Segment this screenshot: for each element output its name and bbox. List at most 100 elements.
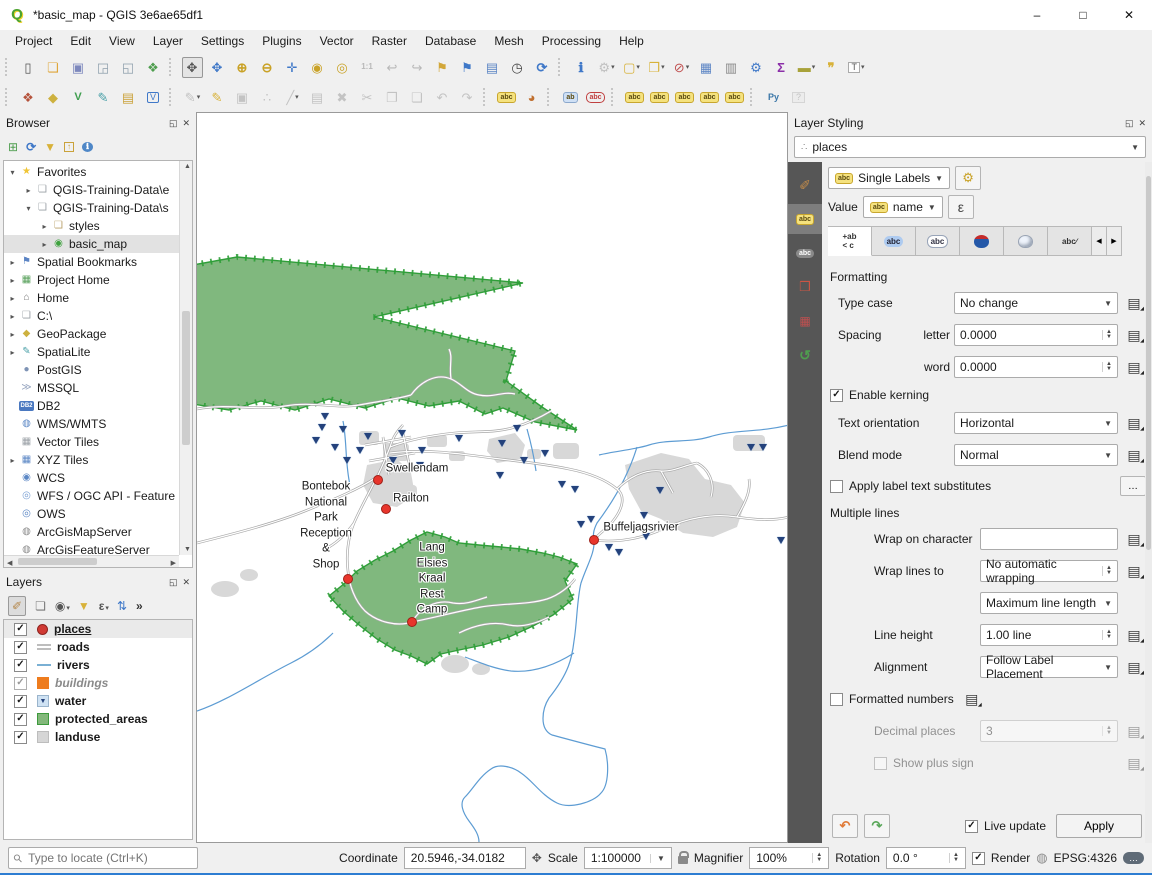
- datasource-manager-button[interactable]: ❖: [16, 85, 41, 109]
- substitutes-more-button[interactable]: …: [1120, 476, 1146, 496]
- auto-placement-settings-button[interactable]: ⚙: [955, 166, 981, 190]
- tab-callouts[interactable]: abc∕: [1048, 226, 1092, 256]
- tabs-scroll-left-button[interactable]: ◀: [1092, 226, 1107, 256]
- collapse-all-button[interactable]: ↑: [64, 142, 74, 152]
- map-canvas[interactable]: SwellendamBontebok National Park Recepti…: [196, 112, 788, 843]
- vertex-tool-button[interactable]: ╱▾: [280, 85, 305, 109]
- tab-labels[interactable]: abc: [788, 204, 822, 234]
- browser-item-training-data-e[interactable]: ▸❏QGIS-Training-Data\e: [4, 181, 192, 199]
- extents-icon[interactable]: ✥: [532, 851, 542, 865]
- line-height-input[interactable]: 1.00 line▲▼: [980, 624, 1118, 646]
- float-panel-icon[interactable]: ◱: [169, 577, 178, 588]
- new-bookmark-button[interactable]: ⚑: [430, 55, 455, 79]
- filter-browser-button[interactable]: ▼: [44, 141, 56, 153]
- new-virtual-layer-button[interactable]: V: [141, 85, 166, 109]
- minimize-button[interactable]: –: [1014, 0, 1060, 30]
- open-project-button[interactable]: ❏: [41, 55, 66, 79]
- measure-button[interactable]: ▬▾: [794, 55, 819, 79]
- browser-item-xyz-tiles[interactable]: ▸▦XYZ Tiles: [4, 451, 192, 469]
- menu-raster[interactable]: Raster: [363, 32, 416, 50]
- deselect-all-button[interactable]: ⊘▾: [669, 55, 694, 79]
- menu-vector[interactable]: Vector: [311, 32, 363, 50]
- close-panel-icon[interactable]: ✕: [1138, 118, 1146, 129]
- expression-builder-button[interactable]: ε: [948, 195, 974, 219]
- pan-to-selection-button[interactable]: ✥: [205, 55, 230, 79]
- menu-project[interactable]: Project: [6, 32, 61, 50]
- enable-kerning-checkbox[interactable]: ✓: [830, 389, 843, 402]
- blend-mode-override-button[interactable]: ▤: [1122, 444, 1146, 466]
- tab-text[interactable]: +ab < c: [828, 226, 872, 256]
- browser-item-vector-tiles[interactable]: ▦Vector Tiles: [4, 433, 192, 451]
- layer-checkbox[interactable]: ✓: [14, 695, 27, 708]
- lock-scale-icon[interactable]: [678, 856, 688, 864]
- close-button[interactable]: ✕: [1106, 0, 1152, 30]
- live-update-checkbox[interactable]: ✓: [965, 820, 978, 833]
- layer-item-landuse[interactable]: ✓landuse: [4, 728, 192, 746]
- multiedit-button[interactable]: ▤: [305, 85, 330, 109]
- browser-item-training-data-s[interactable]: ▾❏QGIS-Training-Data\s: [4, 199, 192, 217]
- alignment-override-button[interactable]: ▤: [1122, 656, 1146, 678]
- layer-checkbox[interactable]: ✓: [14, 623, 27, 636]
- zoom-last-button[interactable]: ↩: [380, 55, 405, 79]
- tab-history[interactable]: ↺: [788, 340, 822, 370]
- filter-expression-button[interactable]: ε▾: [99, 600, 109, 612]
- word-spacing-input[interactable]: 0.0000▲▼: [954, 356, 1118, 378]
- menu-settings[interactable]: Settings: [192, 32, 253, 50]
- toggle-editing-button[interactable]: ✎: [205, 85, 230, 109]
- float-panel-icon[interactable]: ◱: [169, 118, 178, 129]
- help-button[interactable]: ?: [786, 85, 811, 109]
- current-edits-button[interactable]: ✎▾: [180, 85, 205, 109]
- show-hide-labels-button[interactable]: abc: [647, 85, 672, 109]
- type-case-override-button[interactable]: ▤: [1122, 292, 1146, 314]
- new-shapefile-button[interactable]: V: [66, 85, 91, 109]
- zoom-in-button[interactable]: ⊕: [230, 55, 255, 79]
- tab-symbology[interactable]: ✐: [788, 170, 822, 200]
- wrap-character-override-button[interactable]: ▤: [1122, 528, 1146, 550]
- style-manager-button[interactable]: ❖: [141, 55, 166, 79]
- browser-item-db2[interactable]: DB2DB2: [4, 397, 192, 415]
- apply-substitutes-checkbox[interactable]: [830, 480, 843, 493]
- coordinate-input[interactable]: 20.5946,-34.0182: [404, 847, 526, 869]
- refresh-browser-button[interactable]: ⟳: [26, 141, 36, 153]
- close-panel-icon[interactable]: ✕: [182, 118, 190, 129]
- browser-item-postgis[interactable]: ●PostGIS: [4, 361, 192, 379]
- change-label-button[interactable]: abc: [722, 85, 747, 109]
- browser-item-geopackage[interactable]: ▸◆GeoPackage: [4, 325, 192, 343]
- formatted-numbers-checkbox[interactable]: [830, 693, 843, 706]
- statistical-summary-button[interactable]: ▥: [719, 55, 744, 79]
- maximize-button[interactable]: □: [1060, 0, 1106, 30]
- new-memory-layer-button[interactable]: ▤: [116, 85, 141, 109]
- add-selected-layers-button[interactable]: ⊞: [8, 141, 18, 153]
- layer-checkbox[interactable]: ✓: [14, 731, 27, 744]
- save-project-button[interactable]: ▣: [66, 55, 91, 79]
- layer-item-water[interactable]: ✓▼water: [4, 692, 192, 710]
- type-case-select[interactable]: No change▼: [954, 292, 1118, 314]
- alignment-select[interactable]: Follow Label Placement▼: [980, 656, 1118, 678]
- tab-background[interactable]: [960, 226, 1004, 256]
- spinner-arrows[interactable]: ▲▼: [1102, 630, 1112, 640]
- zoom-next-button[interactable]: ↪: [405, 55, 430, 79]
- text-orientation-select[interactable]: Horizontal▼: [954, 412, 1118, 434]
- crs-indicator[interactable]: EPSG:4326: [1054, 851, 1117, 865]
- browser-item-wms-wmts[interactable]: ◍WMS/WMTS: [4, 415, 192, 433]
- highlight-callouts-button[interactable]: abc: [583, 85, 608, 109]
- layout-manager-button[interactable]: ◱: [116, 55, 141, 79]
- scale-select[interactable]: 1:100000▼: [584, 847, 672, 869]
- add-group-button[interactable]: ❏: [35, 600, 47, 612]
- bookmark-manager-button[interactable]: ▤: [480, 55, 505, 79]
- processing-toolbox-button[interactable]: ⚙: [744, 55, 769, 79]
- show-statistics-button[interactable]: Σ: [769, 55, 794, 79]
- letter-spacing-input[interactable]: 0.0000▲▼: [954, 324, 1118, 346]
- spinner-arrows[interactable]: ▲▼: [1102, 330, 1112, 340]
- layer-checkbox[interactable]: ✓: [14, 713, 27, 726]
- cut-features-button[interactable]: ✂: [355, 85, 380, 109]
- tab-formatting[interactable]: abc: [872, 226, 916, 256]
- map-tips-button[interactable]: ❞: [819, 55, 844, 79]
- letter-spacing-override-button[interactable]: ▤: [1122, 324, 1146, 346]
- zoom-out-button[interactable]: ⊖: [255, 55, 280, 79]
- browser-horizontal-scrollbar[interactable]: ◀▶: [4, 555, 179, 567]
- browser-item-home[interactable]: ▸⌂Home: [4, 289, 192, 307]
- value-field-select[interactable]: abc name ▼: [863, 196, 943, 218]
- styling-scrollbar[interactable]: [1145, 162, 1152, 843]
- undo-style-button[interactable]: ↶: [832, 814, 858, 838]
